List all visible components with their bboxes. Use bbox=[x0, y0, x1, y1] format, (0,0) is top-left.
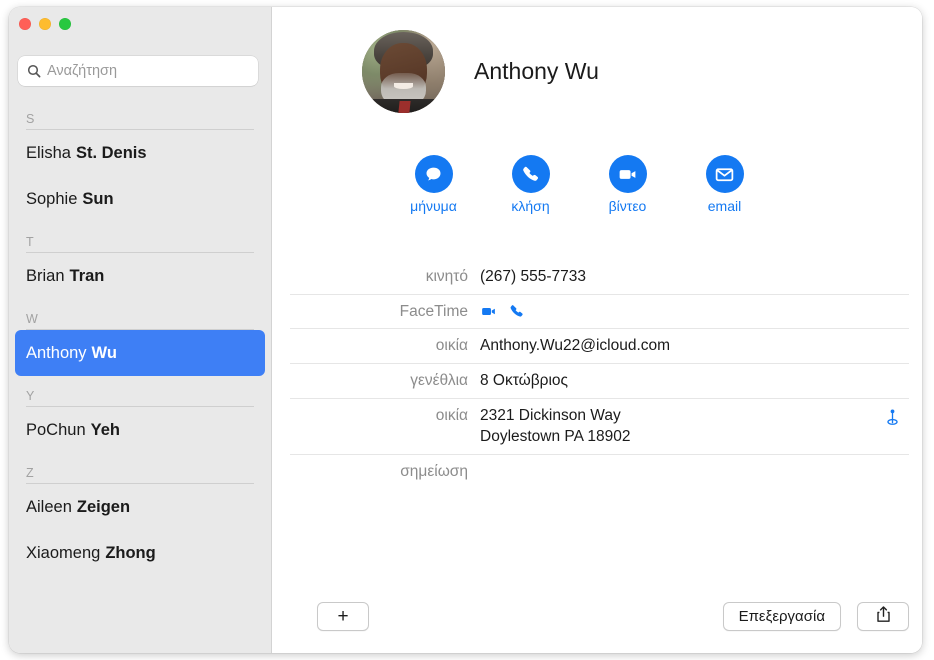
message-icon bbox=[414, 155, 453, 193]
contact-last-name: St. Denis bbox=[75, 143, 147, 162]
address-line-2: Doylestown PA 18902 bbox=[480, 428, 631, 445]
contact-last-name: Tran bbox=[69, 266, 105, 285]
field-label: FaceTime bbox=[399, 303, 468, 320]
share-button[interactable] bbox=[857, 602, 909, 631]
action-envelope[interactable]: email bbox=[676, 155, 773, 214]
field-row[interactable]: κινητό (267) 555-7733 bbox=[290, 260, 909, 295]
section-header: W bbox=[26, 299, 254, 330]
field-label: σημείωση bbox=[400, 463, 468, 480]
envelope-icon bbox=[705, 155, 744, 193]
section-header: Z bbox=[26, 453, 254, 484]
contact-list-item[interactable]: Xiaomeng Zhong bbox=[15, 530, 265, 576]
field-row[interactable]: οικία 2321 Dickinson Way Doylestown PA 189… bbox=[290, 399, 909, 455]
action-video[interactable]: βίντεο bbox=[579, 155, 676, 214]
field-value: 2321 Dickinson Way Doylestown PA 18902 bbox=[480, 405, 875, 447]
field-value: 8 Οκτώβριος bbox=[480, 372, 569, 389]
field-trailing bbox=[875, 335, 909, 338]
action-label: βίντεο bbox=[608, 198, 647, 214]
action-message[interactable]: μήνυμα bbox=[385, 155, 482, 214]
field-label: γενέθλια bbox=[410, 372, 468, 389]
contact-first-name: Anthony bbox=[26, 343, 87, 362]
contact-first-name: Sophie bbox=[26, 189, 78, 208]
contact-first-name: PoChun bbox=[26, 420, 86, 439]
section-header: S bbox=[26, 99, 254, 130]
action-label: κλήση bbox=[511, 198, 550, 214]
contact-first-name: Elisha bbox=[26, 143, 71, 162]
contact-name: Anthony Wu bbox=[474, 58, 599, 84]
phone-icon bbox=[511, 155, 550, 193]
close-button[interactable] bbox=[19, 18, 31, 30]
share-icon bbox=[876, 605, 891, 628]
quick-actions: μήνυμα κλήση βίντεο email bbox=[385, 155, 775, 214]
field-trailing bbox=[875, 370, 909, 373]
contact-fields: κινητό (267) 555-7733 FaceTime οικία Anthony… bbox=[290, 260, 909, 488]
contacts-window: SElishaSt. DenisSophieSunTBrianTranWAnth… bbox=[9, 7, 922, 653]
zoom-button[interactable] bbox=[59, 18, 71, 30]
section-header: Y bbox=[26, 376, 254, 407]
contact-list-item[interactable]: Sophie Sun bbox=[15, 176, 265, 222]
video-icon bbox=[608, 155, 647, 193]
contact-list-item[interactable]: Elisha St. Denis bbox=[15, 130, 265, 176]
contact-last-name: Zhong bbox=[105, 543, 156, 562]
contact-last-name: Yeh bbox=[90, 420, 120, 439]
avatar[interactable] bbox=[362, 30, 445, 113]
search-icon bbox=[27, 64, 41, 78]
contact-header: Anthony Wu bbox=[362, 30, 599, 113]
window-controls bbox=[19, 18, 71, 30]
map-pin-icon[interactable] bbox=[883, 408, 902, 427]
field-label: οικία bbox=[435, 407, 468, 424]
address-line-1: 2321 Dickinson Way bbox=[480, 407, 621, 424]
sidebar: SElishaSt. DenisSophieSunTBrianTranWAnth… bbox=[9, 7, 272, 653]
contact-last-name: Sun bbox=[82, 189, 114, 208]
field-trailing bbox=[875, 405, 909, 427]
field-row[interactable]: οικία Anthony.Wu22@icloud.com bbox=[290, 329, 909, 364]
facetime-video-icon[interactable] bbox=[480, 303, 497, 320]
contact-list-item[interactable]: PoChun Yeh bbox=[15, 407, 265, 453]
contact-detail-panel: Anthony Wu μήνυμα κλήση βίντεο email κινητό… bbox=[272, 7, 922, 653]
action-label: email bbox=[707, 198, 742, 214]
contact-last-name: Wu bbox=[91, 343, 117, 362]
field-value bbox=[480, 301, 875, 320]
field-label: οικία bbox=[435, 337, 468, 354]
edit-button[interactable]: Επεξεργασία bbox=[722, 602, 841, 631]
contact-first-name: Xiaomeng bbox=[26, 543, 101, 562]
contact-last-name: Zeigen bbox=[76, 497, 131, 516]
add-contact-button[interactable]: + bbox=[317, 602, 369, 631]
field-trailing bbox=[875, 461, 909, 464]
search-input[interactable] bbox=[47, 63, 237, 79]
field-value: (267) 555-7733 bbox=[480, 268, 586, 285]
field-trailing bbox=[875, 301, 909, 304]
field-label: κινητό bbox=[425, 268, 468, 285]
field-row[interactable]: FaceTime bbox=[290, 295, 909, 329]
bottom-toolbar: + Επεξεργασία bbox=[272, 591, 922, 653]
contact-first-name: Brian bbox=[26, 266, 65, 285]
contact-list[interactable]: S Elisha St. Denis Sophie Sun T Brian Tran W Anth… bbox=[9, 99, 271, 653]
contact-list-item[interactable]: Anthony Wu bbox=[15, 330, 265, 376]
field-trailing bbox=[875, 266, 909, 269]
minimize-button[interactable] bbox=[39, 18, 51, 30]
action-phone[interactable]: κλήση bbox=[482, 155, 579, 214]
contact-list-item[interactable]: Brian Tran bbox=[15, 253, 265, 299]
section-header: T bbox=[26, 222, 254, 253]
field-row[interactable]: σημείωση bbox=[290, 455, 909, 488]
contact-list-item[interactable]: Aileen Zeigen bbox=[15, 484, 265, 530]
action-label: μήνυμα bbox=[410, 198, 457, 214]
search-field[interactable] bbox=[18, 56, 258, 86]
facetime-phone-icon[interactable] bbox=[508, 303, 525, 320]
field-row[interactable]: γενέθλια 8 Οκτώβριος bbox=[290, 364, 909, 399]
field-value: Anthony.Wu22@icloud.com bbox=[480, 337, 671, 354]
contact-first-name: Aileen bbox=[26, 497, 72, 516]
